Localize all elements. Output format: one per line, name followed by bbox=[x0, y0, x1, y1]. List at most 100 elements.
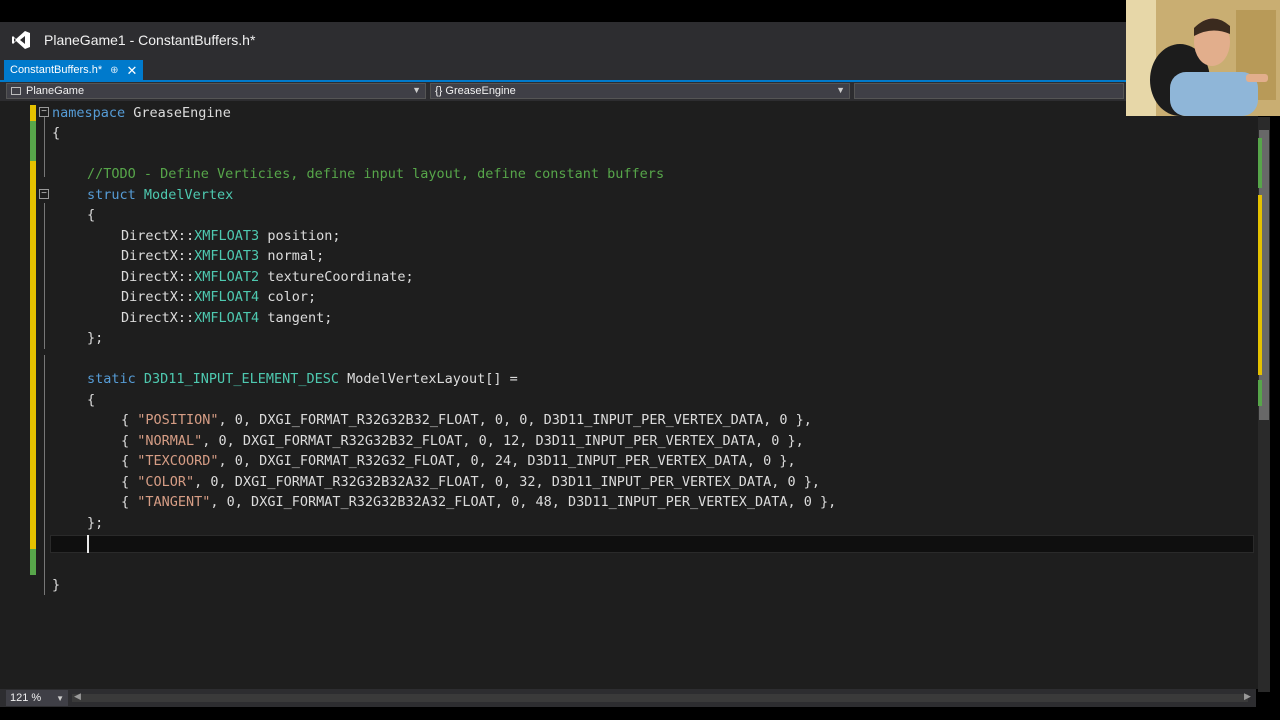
code-token: XMFLOAT4 bbox=[194, 289, 260, 305]
scroll-left-icon[interactable]: ◀ bbox=[74, 691, 81, 702]
code-token: XMFLOAT2 bbox=[194, 269, 260, 285]
code-line: static D3D11_INPUT_ELEMENT_DESC ModelVer… bbox=[0, 369, 1258, 389]
code-token: color; bbox=[259, 289, 317, 305]
code-line-text: DirectX::XMFLOAT4 tangent; bbox=[121, 308, 332, 328]
webcam-overlay bbox=[1126, 0, 1280, 116]
document-tab-strip: ConstantBuffers.h* ⊕ ✕ bbox=[0, 58, 1130, 82]
zoom-label: 121 % bbox=[10, 692, 42, 704]
code-token: "NORMAL" bbox=[137, 433, 203, 449]
code-line-text: { bbox=[87, 205, 95, 225]
code-token: position; bbox=[259, 228, 341, 244]
code-token: GreaseEngine bbox=[125, 105, 231, 121]
code-token: { bbox=[87, 207, 96, 223]
code-token: XMFLOAT3 bbox=[194, 248, 260, 264]
code-token: "POSITION" bbox=[137, 412, 219, 428]
code-line-text: struct ModelVertex bbox=[87, 185, 233, 205]
code-token: }; bbox=[87, 515, 104, 531]
scroll-change-marker bbox=[1258, 195, 1262, 375]
code-line-text: }; bbox=[87, 328, 103, 348]
close-icon[interactable]: ✕ bbox=[127, 64, 138, 77]
code-token: }; bbox=[87, 330, 104, 346]
code-line-text: { bbox=[87, 390, 95, 410]
code-token: { bbox=[121, 412, 138, 428]
screen: PlaneGame1 - ConstantBuffers.h* Constant… bbox=[0, 0, 1280, 720]
code-token: "COLOR" bbox=[137, 474, 195, 490]
code-token: namespace bbox=[52, 105, 126, 121]
code-line-text: //TODO - Define Verticies, define input … bbox=[87, 164, 664, 184]
code-line: { "COLOR", 0, DXGI_FORMAT_R32G32B32A32_F… bbox=[0, 472, 1258, 492]
code-line: }; bbox=[0, 513, 1258, 533]
code-line: { bbox=[0, 205, 1258, 225]
code-token: , 0, DXGI_FORMAT_R32G32B32_FLOAT, 0, 12,… bbox=[202, 433, 804, 449]
code-line-text: DirectX::XMFLOAT3 position; bbox=[121, 226, 340, 246]
code-token: } bbox=[52, 577, 61, 593]
code-editor[interactable]: − − namespace GreaseEngine{//TODO - Defi… bbox=[0, 101, 1258, 689]
code-line-text: { "TEXCOORD", 0, DXGI_FORMAT_R32G32_FLOA… bbox=[121, 451, 796, 471]
code-token: { bbox=[121, 453, 138, 469]
code-line: namespace GreaseEngine bbox=[0, 103, 1258, 123]
horizontal-scrollbar[interactable] bbox=[72, 694, 1248, 702]
code-line-text: }; bbox=[87, 513, 103, 533]
code-line: { bbox=[0, 390, 1258, 410]
scope-label: {} GreaseEngine bbox=[435, 85, 516, 97]
webcam-image bbox=[1126, 0, 1280, 116]
code-line: DirectX::XMFLOAT3 position; bbox=[0, 226, 1258, 246]
code-line: { "TEXCOORD", 0, DXGI_FORMAT_R32G32_FLOA… bbox=[0, 451, 1258, 471]
scroll-change-marker bbox=[1258, 138, 1262, 188]
title-bar: PlaneGame1 - ConstantBuffers.h* bbox=[0, 22, 1130, 58]
code-line: DirectX::XMFLOAT3 normal; bbox=[0, 246, 1258, 266]
zoom-dropdown[interactable]: 121 % ▼ bbox=[6, 690, 68, 706]
tab-label: ConstantBuffers.h* bbox=[10, 64, 103, 76]
code-token: DirectX:: bbox=[121, 248, 195, 264]
project-dropdown[interactable]: PlaneGame ▼ bbox=[6, 83, 426, 99]
code-line: //TODO - Define Verticies, define input … bbox=[0, 164, 1258, 184]
navigation-bar: PlaneGame ▼ {} GreaseEngine ▼ bbox=[0, 82, 1128, 101]
code-line: struct ModelVertex bbox=[0, 185, 1258, 205]
code-token: ModelVertexLayout[] = bbox=[338, 371, 518, 387]
code-line: { "POSITION", 0, DXGI_FORMAT_R32G32B32_F… bbox=[0, 410, 1258, 430]
scroll-right-icon[interactable]: ▶ bbox=[1244, 691, 1251, 702]
code-line-text: DirectX::XMFLOAT3 normal; bbox=[121, 246, 324, 266]
pin-icon[interactable]: ⊕ bbox=[110, 65, 118, 76]
window-title: PlaneGame1 - ConstantBuffers.h* bbox=[44, 32, 256, 48]
scope-dropdown[interactable]: {} GreaseEngine ▼ bbox=[430, 83, 850, 99]
code-token: { bbox=[52, 125, 61, 141]
code-line-text: } bbox=[52, 575, 60, 595]
code-line-text: { "POSITION", 0, DXGI_FORMAT_R32G32B32_F… bbox=[121, 410, 812, 430]
code-line: DirectX::XMFLOAT4 color; bbox=[0, 287, 1258, 307]
code-line: { "TANGENT", 0, DXGI_FORMAT_R32G32B32A32… bbox=[0, 492, 1258, 512]
code-token: XMFLOAT4 bbox=[194, 310, 260, 326]
code-token: //TODO - Define Verticies, define input … bbox=[87, 166, 665, 182]
code-line: DirectX::XMFLOAT4 tangent; bbox=[0, 308, 1258, 328]
code-token: textureCoordinate; bbox=[259, 269, 414, 285]
code-token: , 0, DXGI_FORMAT_R32G32B32_FLOAT, 0, 0, … bbox=[218, 412, 812, 428]
code-line: { bbox=[0, 123, 1258, 143]
code-token: static bbox=[87, 371, 136, 387]
code-token: { bbox=[87, 392, 96, 408]
chevron-down-icon: ▼ bbox=[56, 693, 64, 703]
project-icon bbox=[11, 87, 21, 95]
code-line-text: DirectX::XMFLOAT2 textureCoordinate; bbox=[121, 267, 414, 287]
visual-studio-logo-icon bbox=[10, 29, 32, 51]
code-token: { bbox=[121, 474, 138, 490]
code-token: ModelVertex bbox=[135, 187, 234, 203]
tab-constantbuffers[interactable]: ConstantBuffers.h* ⊕ ✕ bbox=[4, 60, 144, 80]
code-token: { bbox=[121, 433, 138, 449]
project-label: PlaneGame bbox=[26, 85, 85, 97]
code-line-text: namespace GreaseEngine bbox=[52, 103, 231, 123]
code-token: , 0, DXGI_FORMAT_R32G32B32A32_FLOAT, 0, … bbox=[194, 474, 821, 490]
code-token: DirectX:: bbox=[121, 269, 195, 285]
code-line-text: static D3D11_INPUT_ELEMENT_DESC ModelVer… bbox=[87, 369, 518, 389]
code-token: "TANGENT" bbox=[137, 494, 211, 510]
chevron-down-icon: ▼ bbox=[412, 85, 421, 95]
code-line: { "NORMAL", 0, DXGI_FORMAT_R32G32B32_FLO… bbox=[0, 431, 1258, 451]
code-token: DirectX:: bbox=[121, 289, 195, 305]
code-token: XMFLOAT3 bbox=[194, 228, 260, 244]
chevron-down-icon: ▼ bbox=[836, 85, 845, 95]
scroll-change-marker bbox=[1258, 380, 1262, 406]
code-token: struct bbox=[87, 187, 136, 203]
member-dropdown[interactable] bbox=[854, 83, 1124, 99]
code-token: "TEXCOORD" bbox=[137, 453, 219, 469]
editor-bottom-bar: 121 % ▼ ◀ ▶ bbox=[0, 689, 1256, 707]
